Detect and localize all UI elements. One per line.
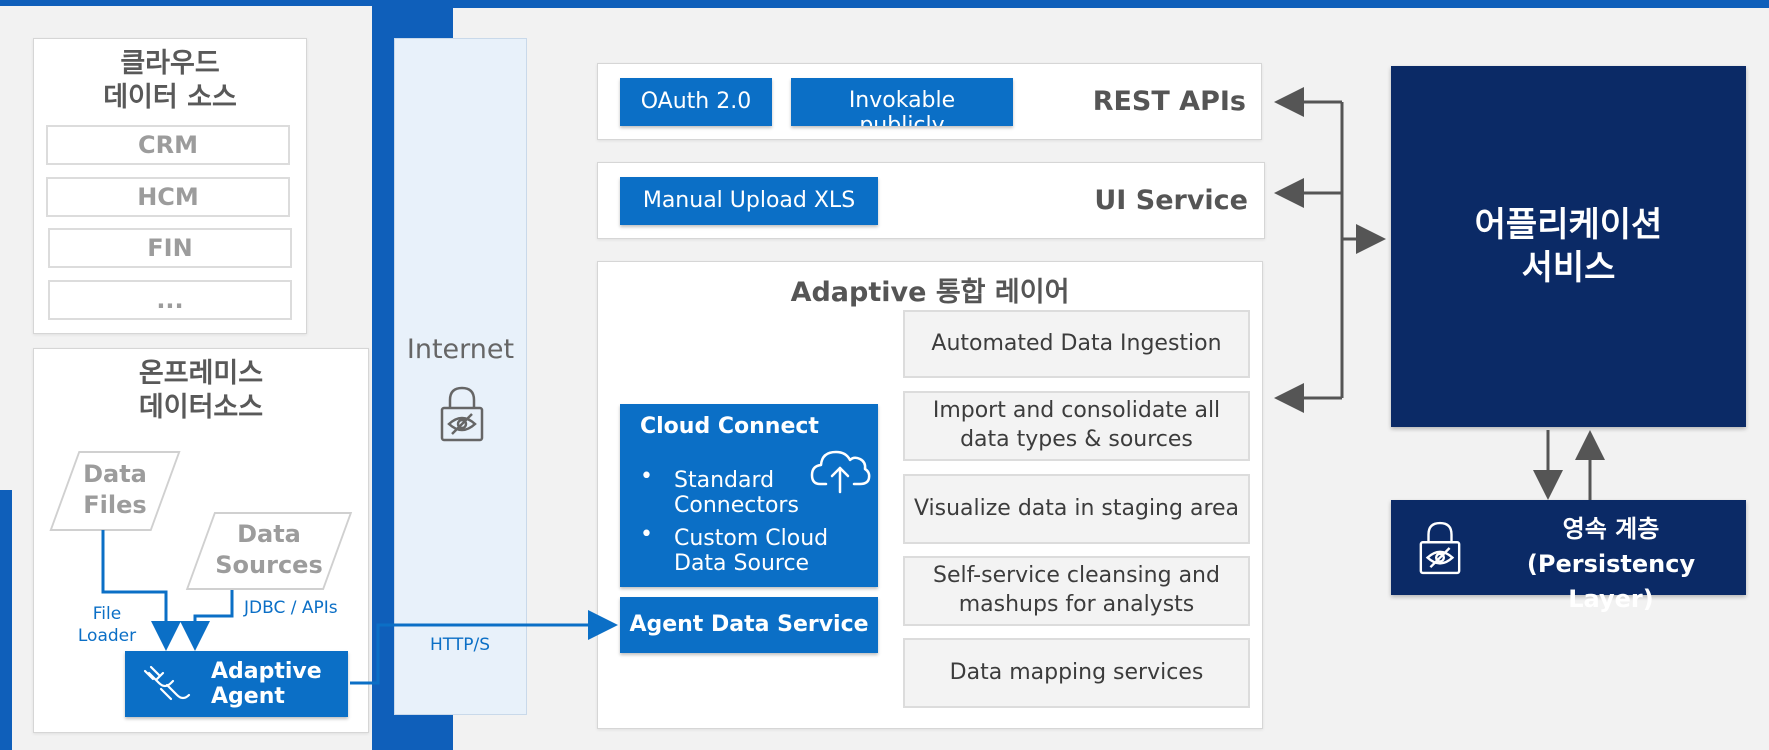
file-loader-arrow (101, 530, 181, 651)
https-arrow (350, 610, 618, 685)
connectors (101, 87, 1605, 685)
jdbc-arrow (180, 590, 234, 651)
